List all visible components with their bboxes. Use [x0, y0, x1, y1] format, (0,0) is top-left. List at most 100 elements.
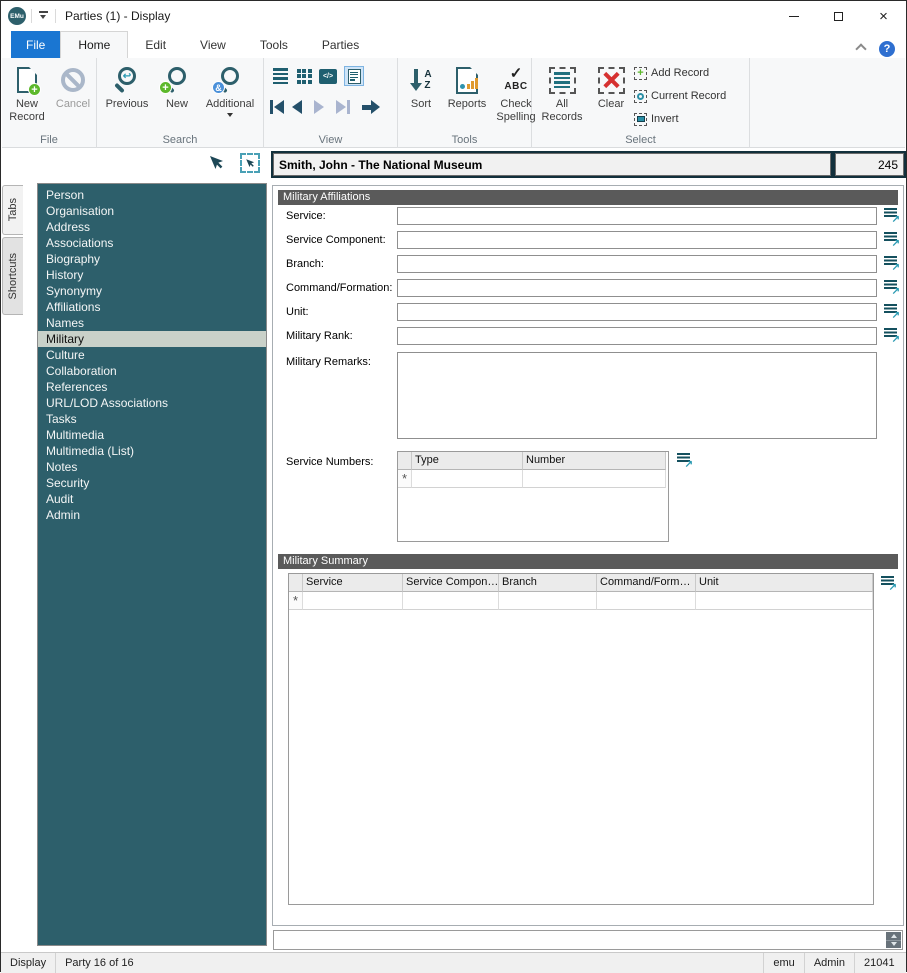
sort-icon: AZ	[410, 62, 431, 98]
lookup-list-icon-military-rank[interactable]: ↗	[884, 328, 900, 344]
maximize-button[interactable]	[816, 1, 861, 31]
lookup-list-icon-unit[interactable]: ↗	[884, 304, 900, 320]
ribbon-tab-view[interactable]: View	[183, 31, 243, 58]
service-input[interactable]	[397, 207, 877, 225]
new-search-button[interactable]: + New	[157, 62, 197, 111]
ribbon-tab-parties[interactable]: Parties	[305, 31, 376, 58]
service-component-input[interactable]	[397, 231, 877, 249]
additional-search-button[interactable]: & Additional	[199, 62, 261, 117]
record-count: 245	[835, 153, 904, 176]
minimize-button[interactable]	[771, 1, 816, 31]
previous-search-button[interactable]: ↩ Previous	[99, 62, 155, 111]
sidebar-item-audit[interactable]: Audit	[38, 491, 266, 507]
sidebar-item-military[interactable]: Military	[38, 331, 266, 347]
list-view-button[interactable]	[270, 66, 290, 86]
close-icon: ×	[879, 9, 888, 24]
grid-cell-service[interactable]	[303, 592, 403, 610]
pointer-mode-icon[interactable]	[208, 154, 226, 172]
lookup-list-icon-command-formation[interactable]: ↗	[884, 280, 900, 296]
app-icon[interactable]: EMu	[8, 7, 26, 25]
sidebar-item-affiliations[interactable]: Affiliations	[38, 299, 266, 315]
sort-button[interactable]: AZ Sort	[402, 62, 440, 111]
sidebar-item-multimedia[interactable]: Multimedia	[38, 427, 266, 443]
sidebar-item-synonymy[interactable]: Synonymy	[38, 283, 266, 299]
group-label-search: Search	[97, 134, 263, 146]
new-record-button[interactable]: + New Record	[4, 62, 50, 124]
grid-new-row[interactable]: *	[398, 470, 668, 488]
grid-cell-branch[interactable]	[499, 592, 597, 610]
ribbon-group-tools: AZ Sort Reports ✓ABC Check Spelling Tool…	[398, 58, 532, 148]
details-view-button[interactable]	[344, 66, 364, 86]
row-marker-header	[289, 574, 303, 592]
sidebar-item-security[interactable]: Security	[38, 475, 266, 491]
command-formation-input[interactable]	[397, 279, 877, 297]
sidebar-item-address[interactable]: Address	[38, 219, 266, 235]
lookup-list-icon-military-summary[interactable]: ↗	[881, 576, 897, 592]
invert-selection-icon	[634, 113, 647, 126]
sidebar-item-collaboration[interactable]: Collaboration	[38, 363, 266, 379]
column-header-service: Service	[303, 574, 403, 592]
sidebar-item-admin[interactable]: Admin	[38, 507, 266, 523]
sidebar-item-tasks[interactable]: Tasks	[38, 411, 266, 427]
sidebar-item-names[interactable]: Names	[38, 315, 266, 331]
reports-view-button[interactable]: </>	[318, 66, 338, 86]
grid-new-row[interactable]: *	[289, 592, 873, 610]
close-button[interactable]: ×	[861, 1, 906, 31]
field-label-service-component: Service Component:	[286, 234, 386, 246]
cancel-button[interactable]: Cancel	[52, 62, 94, 111]
unit-input[interactable]	[397, 303, 877, 321]
ribbon-tab-home[interactable]: Home	[60, 31, 128, 58]
emu-window: { "window": { "badge": "EMu", "title": "…	[0, 0, 907, 972]
sidebar-item-culture[interactable]: Culture	[38, 347, 266, 363]
first-record-button[interactable]	[270, 100, 284, 114]
select-mode-icon[interactable]	[240, 153, 260, 173]
goto-record-button[interactable]	[362, 100, 380, 114]
next-record-button[interactable]	[314, 100, 324, 114]
grid-cell-type[interactable]	[412, 470, 523, 488]
field-label-military-remarks: Military Remarks:	[286, 356, 371, 368]
sidebar-item-references[interactable]: References	[38, 379, 266, 395]
military-remarks-textarea[interactable]	[397, 352, 877, 439]
last-record-button[interactable]	[336, 100, 350, 114]
previous-search-icon: ↩	[112, 62, 142, 98]
sidebar-item-organisation[interactable]: Organisation	[38, 203, 266, 219]
lookup-list-icon-service-numbers[interactable]: ↗	[677, 453, 693, 469]
ribbon-tab-file[interactable]: File	[11, 31, 60, 58]
quick-access-dropdown-icon[interactable]	[37, 11, 49, 19]
ribbon-tab-tools[interactable]: Tools	[243, 31, 305, 58]
branch-input[interactable]	[397, 255, 877, 273]
sidebar-item-person[interactable]: Person	[38, 187, 266, 203]
reports-button[interactable]: Reports	[442, 62, 492, 111]
grid-cell-service-compon[interactable]	[403, 592, 499, 610]
side-tab-tabs[interactable]: Tabs	[2, 185, 23, 235]
grid-cell-command-form[interactable]	[597, 592, 696, 610]
scroll-down-button[interactable]	[886, 941, 901, 949]
statusbar-number: 21041	[854, 953, 906, 973]
invert-selection-button[interactable]: Invert	[634, 110, 679, 128]
current-record-button[interactable]: Current Record	[634, 87, 726, 105]
sidebar-item-biography[interactable]: Biography	[38, 251, 266, 267]
list-view-icon	[273, 68, 288, 84]
military-rank-input[interactable]	[397, 327, 877, 345]
grid-cell-unit[interactable]	[696, 592, 873, 610]
scroll-up-button[interactable]	[886, 932, 901, 941]
side-tab-shortcuts[interactable]: Shortcuts	[2, 237, 23, 315]
grid-cell-number[interactable]	[523, 470, 666, 488]
new-search-icon: +	[162, 62, 192, 98]
previous-record-button[interactable]	[292, 100, 302, 114]
all-records-button[interactable]: All Records	[536, 62, 588, 124]
sidebar-item-associations[interactable]: Associations	[38, 235, 266, 251]
lookup-arrow-icon: ↗	[677, 461, 693, 469]
sidebar-item-multimedia-list[interactable]: Multimedia (List)	[38, 443, 266, 459]
lookup-list-icon-service-component[interactable]: ↗	[884, 232, 900, 248]
clear-selection-button[interactable]: Clear	[590, 62, 632, 111]
sidebar-item-url-lod-associations[interactable]: URL/LOD Associations	[38, 395, 266, 411]
add-record-button[interactable]: + Add Record	[634, 64, 709, 82]
lookup-list-icon-branch[interactable]: ↗	[884, 256, 900, 272]
help-icon[interactable]: ?	[879, 41, 895, 57]
ribbon-tab-edit[interactable]: Edit	[128, 31, 183, 58]
sidebar-item-notes[interactable]: Notes	[38, 459, 266, 475]
sidebar-item-history[interactable]: History	[38, 267, 266, 283]
lookup-list-icon-service[interactable]: ↗	[884, 208, 900, 224]
contact-sheet-view-button[interactable]	[294, 66, 314, 86]
